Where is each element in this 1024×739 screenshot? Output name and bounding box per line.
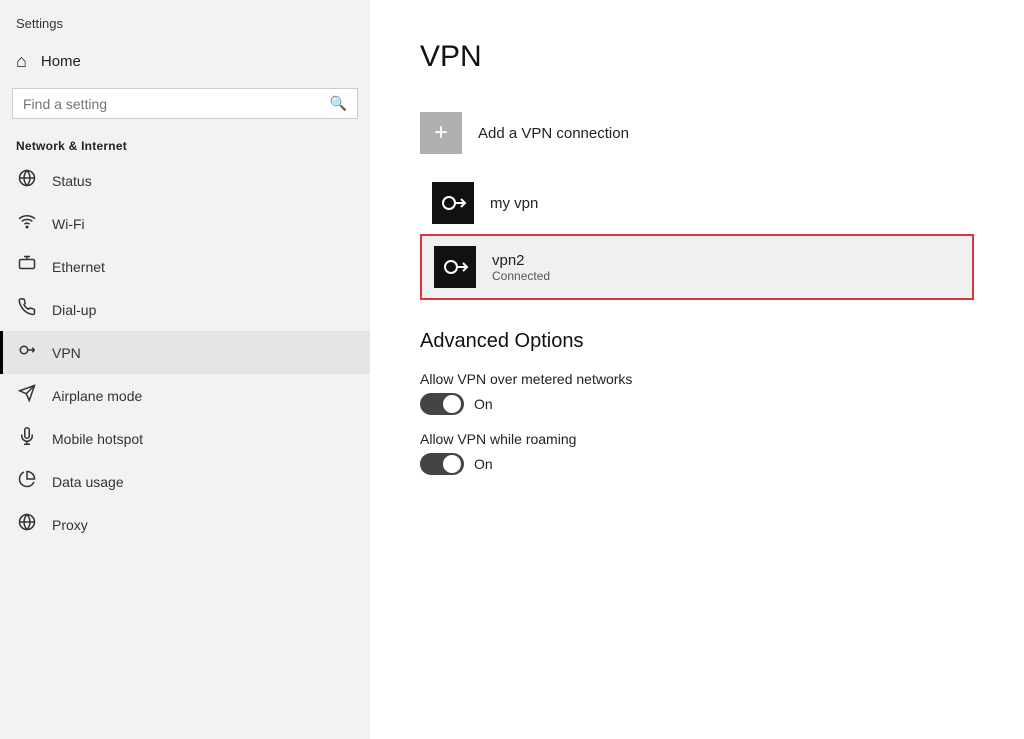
home-icon: ⌂ [16,51,27,72]
airplane-icon [16,384,38,407]
vpn-list: + Add a VPN connection my vpn [420,102,974,300]
vpn-info-vpn2: vpn2 Connected [492,252,550,283]
sidebar-item-label-datausage: Data usage [52,474,124,490]
toggle-row-metered: Allow VPN over metered networks On [420,371,974,415]
add-vpn-label: Add a VPN connection [478,125,629,142]
sidebar-item-hotspot[interactable]: Mobile hotspot [0,417,370,460]
sidebar-item-status[interactable]: Status [0,159,370,202]
status-icon [16,169,38,192]
toggle-value-roaming: On [474,456,493,472]
vpn-logo-vpn2 [434,246,476,288]
sidebar: Settings ⌂ Home 🔍 Network & Internet Sta… [0,0,370,739]
vpn-item-vpn2[interactable]: vpn2 Connected [420,234,974,300]
sidebar-item-label-dialup: Dial-up [52,302,96,318]
page-title: VPN [420,40,974,74]
sidebar-item-label-proxy: Proxy [52,517,88,533]
toggle-label-metered: Allow VPN over metered networks [420,371,974,387]
search-input[interactable] [23,96,330,112]
vpn-info-myvpn: my vpn [490,195,538,212]
toggle-row-roaming: Allow VPN while roaming On [420,431,974,475]
sidebar-item-label-airplane: Airplane mode [52,388,142,404]
sidebar-item-dialup[interactable]: Dial-up [0,288,370,331]
home-label: Home [41,53,81,70]
vpn-nav-icon [16,341,38,364]
main-content: VPN + Add a VPN connection my vpn [370,0,1024,739]
toggle-metered[interactable] [420,393,464,415]
ethernet-icon [16,255,38,278]
datausage-icon [16,470,38,493]
advanced-options-title: Advanced Options [420,330,974,353]
sidebar-item-label-vpn: VPN [52,345,81,361]
wifi-icon [16,212,38,235]
sidebar-item-airplane[interactable]: Airplane mode [0,374,370,417]
sidebar-item-wifi[interactable]: Wi-Fi [0,202,370,245]
sidebar-item-vpn[interactable]: VPN [0,331,370,374]
vpn-item-myvpn[interactable]: my vpn [420,172,974,234]
hotspot-icon [16,427,38,450]
toggle-label-roaming: Allow VPN while roaming [420,431,974,447]
sidebar-item-label-wifi: Wi-Fi [52,216,85,232]
search-icon: 🔍 [330,95,347,112]
sidebar-item-datausage[interactable]: Data usage [0,460,370,503]
add-vpn-button[interactable]: + Add a VPN connection [420,102,974,164]
toggle-roaming[interactable] [420,453,464,475]
sidebar-home-button[interactable]: ⌂ Home [0,41,370,82]
add-vpn-plus-icon: + [420,112,462,154]
vpn-logo-myvpn [432,182,474,224]
dialup-icon [16,298,38,321]
sidebar-item-label-ethernet: Ethernet [52,259,105,275]
search-box[interactable]: 🔍 [12,88,358,119]
vpn-name-vpn2: vpn2 [492,252,550,269]
proxy-icon [16,513,38,536]
toggle-value-metered: On [474,396,493,412]
sidebar-item-label-hotspot: Mobile hotspot [52,431,143,447]
sidebar-item-label-status: Status [52,173,92,189]
app-title: Settings [0,0,370,41]
toggle-container-metered: On [420,393,974,415]
vpn-name-myvpn: my vpn [490,195,538,212]
section-title: Network & Internet [0,131,370,159]
sidebar-item-proxy[interactable]: Proxy [0,503,370,546]
toggle-container-roaming: On [420,453,974,475]
vpn-status-vpn2: Connected [492,269,550,283]
sidebar-item-ethernet[interactable]: Ethernet [0,245,370,288]
